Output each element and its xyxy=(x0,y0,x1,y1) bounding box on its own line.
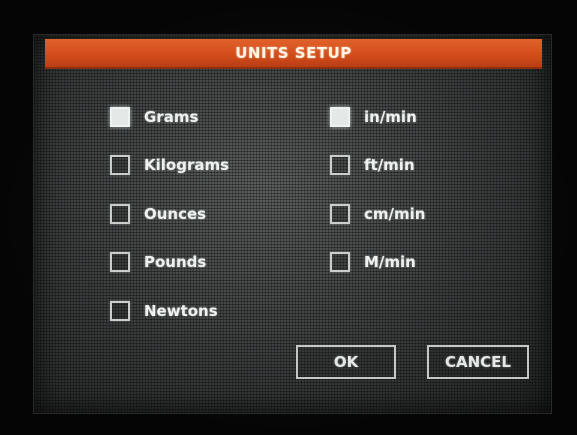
option-ft-per-min[interactable]: ft/min xyxy=(330,152,415,178)
kilograms-checkbox[interactable] xyxy=(110,155,130,175)
ft-per-min-label: ft/min xyxy=(364,156,415,174)
dialog-title: UNITS SETUP xyxy=(235,44,352,62)
cm-per-min-checkbox[interactable] xyxy=(330,204,350,224)
ounces-checkbox[interactable] xyxy=(110,204,130,224)
lcd-screen: UNITS SETUP Grams Kilograms Ounces Pound… xyxy=(33,34,552,414)
option-pounds[interactable]: Pounds xyxy=(110,249,206,275)
option-kilograms[interactable]: Kilograms xyxy=(110,152,229,178)
ok-button[interactable]: OK xyxy=(296,345,396,379)
grams-checkbox[interactable] xyxy=(110,107,130,127)
in-per-min-checkbox[interactable] xyxy=(330,107,350,127)
pounds-checkbox[interactable] xyxy=(110,252,130,272)
cancel-button[interactable]: CANCEL xyxy=(427,345,529,379)
m-per-min-checkbox[interactable] xyxy=(330,252,350,272)
option-cm-per-min[interactable]: cm/min xyxy=(330,201,425,227)
dialog-title-bar: UNITS SETUP xyxy=(45,39,542,69)
grams-label: Grams xyxy=(144,108,199,126)
newtons-label: Newtons xyxy=(144,302,218,320)
cm-per-min-label: cm/min xyxy=(364,205,426,223)
pounds-label: Pounds xyxy=(144,253,207,271)
m-per-min-label: M/min xyxy=(364,253,416,271)
option-m-per-min[interactable]: M/min xyxy=(330,249,416,275)
in-per-min-label: in/min xyxy=(364,108,417,126)
device-bezel: UNITS SETUP Grams Kilograms Ounces Pound… xyxy=(0,0,577,435)
option-ounces[interactable]: Ounces xyxy=(110,201,206,227)
option-grams[interactable]: Grams xyxy=(110,104,198,130)
option-newtons[interactable]: Newtons xyxy=(110,298,218,324)
option-in-per-min[interactable]: in/min xyxy=(330,104,417,130)
ounces-label: Ounces xyxy=(144,205,207,223)
kilograms-label: Kilograms xyxy=(144,156,230,174)
ft-per-min-checkbox[interactable] xyxy=(330,155,350,175)
newtons-checkbox[interactable] xyxy=(110,301,130,321)
